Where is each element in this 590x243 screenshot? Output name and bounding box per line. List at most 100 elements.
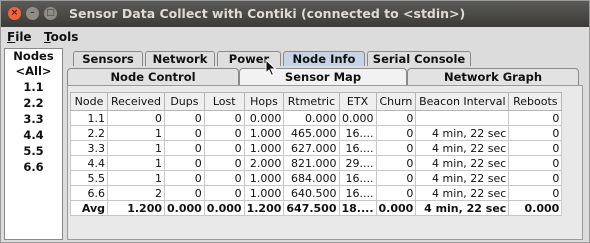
avg-dups: 0.000: [164, 200, 205, 216]
column-header-reboots[interactable]: Reboots: [508, 92, 563, 111]
avg-reboots: 0.000: [508, 200, 563, 216]
cell-reboots: 0: [508, 140, 563, 156]
cell-node: 4.4: [70, 155, 108, 171]
column-header-node[interactable]: Node: [70, 92, 108, 111]
app-window: × – □ Sensor Data Collect with Contiki (…: [0, 0, 590, 243]
tab-node-info[interactable]: Node Info: [283, 51, 365, 66]
mouse-pointer-icon: [265, 59, 277, 77]
table-row[interactable]: 5.5 1 0 0 1.000 684.000 16.... 0 4 min, …: [70, 170, 563, 186]
avg-rtmetric: 647.500: [283, 200, 340, 216]
cell-dups: 0: [164, 185, 205, 201]
cell-lost: 0: [203, 170, 245, 186]
tab-node-control[interactable]: Node Control: [67, 68, 239, 85]
node-list-item[interactable]: 6.6: [5, 159, 62, 175]
column-header-beacon-interval[interactable]: Beacon Interval: [415, 92, 510, 111]
node-list-item[interactable]: 3.3: [5, 111, 62, 127]
node-list-item[interactable]: 2.2: [5, 95, 62, 111]
node-list-item[interactable]: 5.5: [5, 143, 62, 159]
node-list[interactable]: Nodes <All> 1.1 2.2 3.3 4.4 5.5 6.6: [4, 48, 63, 240]
table-avg-row: Avg 1.200 0.000 0.000 1.200 647.500 18..…: [70, 200, 563, 216]
cell-etx: 0.000: [338, 110, 377, 126]
maximize-window-button[interactable]: □: [44, 7, 57, 20]
avg-churn: 0.000: [375, 200, 417, 216]
cell-dups: 0: [164, 125, 205, 141]
column-header-etx[interactable]: ETX: [338, 92, 377, 111]
table-row[interactable]: 2.2 1 0 0 1.000 465.000 16.... 0 4 min, …: [70, 125, 563, 141]
table-row[interactable]: 1.1 0 0 0 0.000 0.000 0.000 0 0: [70, 110, 563, 126]
cell-node: 3.3: [70, 140, 108, 156]
cell-etx: 29....: [338, 155, 377, 171]
node-list-item[interactable]: 4.4: [5, 127, 62, 143]
menu-tools[interactable]: Tools: [44, 30, 78, 44]
title-bar: × – □ Sensor Data Collect with Contiki (…: [1, 1, 589, 27]
tab-network-graph[interactable]: Network Graph: [407, 68, 579, 85]
window-title: Sensor Data Collect with Contiki (connec…: [69, 6, 466, 21]
cell-lost: 0: [203, 155, 245, 171]
menu-tools-label: ools: [50, 30, 79, 44]
cell-rtmetric: 627.000: [283, 140, 340, 156]
node-list-header: Nodes: [13, 49, 54, 63]
cell-churn: 0: [375, 110, 417, 126]
cell-churn: 0: [375, 185, 417, 201]
cell-dups: 0: [164, 140, 205, 156]
node-list-item[interactable]: 1.1: [5, 79, 62, 95]
cell-node: 1.1: [70, 110, 108, 126]
cell-lost: 0: [203, 140, 245, 156]
avg-lost: 0.000: [203, 200, 245, 216]
cell-etx: 16....: [338, 185, 377, 201]
cell-beacon-interval: 4 min, 22 sec: [415, 185, 510, 201]
cell-hops: 1.000: [243, 125, 285, 141]
column-header-received[interactable]: Received: [107, 92, 165, 111]
cell-received: 0: [107, 110, 165, 126]
node-info-panel: Node Received Dups Lost Hops Rtmetric ET…: [67, 85, 583, 240]
cell-beacon-interval: 4 min, 22 sec: [415, 170, 510, 186]
cell-churn: 0: [375, 155, 417, 171]
cell-churn: 0: [375, 125, 417, 141]
menu-bar: File Tools: [1, 28, 589, 46]
cell-etx: 16....: [338, 140, 377, 156]
node-info-table: Node Received Dups Lost Hops Rtmetric ET…: [70, 92, 563, 216]
cell-etx: 16....: [338, 170, 377, 186]
cell-hops: 1.000: [243, 140, 285, 156]
node-list-item-all[interactable]: <All>: [5, 63, 62, 79]
tab-serial-console[interactable]: Serial Console: [367, 51, 471, 66]
cell-rtmetric: 821.000: [283, 155, 340, 171]
menu-file-accel: F: [7, 30, 16, 44]
cell-hops: 2.000: [243, 155, 285, 171]
menu-tools-accel: T: [44, 30, 51, 44]
cell-churn: 0: [375, 140, 417, 156]
cell-reboots: 0: [508, 125, 563, 141]
cell-node: 5.5: [70, 170, 108, 186]
column-header-lost[interactable]: Lost: [203, 92, 245, 111]
table-row[interactable]: 4.4 1 0 0 2.000 821.000 29.... 0 4 min, …: [70, 155, 563, 171]
cell-dups: 0: [164, 155, 205, 171]
cell-node: 6.6: [70, 185, 108, 201]
column-header-rtmetric[interactable]: Rtmetric: [283, 92, 340, 111]
cell-beacon-interval: 4 min, 22 sec: [415, 140, 510, 156]
cell-received: 1: [107, 170, 165, 186]
column-header-hops[interactable]: Hops: [243, 92, 285, 111]
table-row[interactable]: 3.3 1 0 0 1.000 627.000 16.... 0 4 min, …: [70, 140, 563, 156]
sub-tabs: Node Control Sensor Map Network Graph: [67, 68, 579, 85]
cell-rtmetric: 684.000: [283, 170, 340, 186]
menu-file[interactable]: File: [7, 30, 32, 44]
cell-dups: 0: [164, 110, 205, 126]
close-window-button[interactable]: ×: [8, 7, 21, 20]
cell-hops: 0.000: [243, 110, 285, 126]
column-header-churn[interactable]: Churn: [375, 92, 417, 111]
cell-lost: 0: [203, 110, 245, 126]
cell-lost: 0: [203, 185, 245, 201]
cell-churn: 0: [375, 170, 417, 186]
cell-rtmetric: 640.500: [283, 185, 340, 201]
cell-lost: 0: [203, 125, 245, 141]
cell-rtmetric: 465.000: [283, 125, 340, 141]
cell-dups: 0: [164, 170, 205, 186]
tab-network[interactable]: Network: [145, 51, 215, 66]
minimize-window-button[interactable]: –: [26, 7, 39, 20]
column-header-dups[interactable]: Dups: [164, 92, 205, 111]
tab-sensors[interactable]: Sensors: [73, 51, 143, 66]
cell-reboots: 0: [508, 110, 563, 126]
menu-file-label: ile: [15, 30, 32, 44]
table-row[interactable]: 6.6 2 0 0 1.000 640.500 16.... 0 4 min, …: [70, 185, 563, 201]
avg-received: 1.200: [107, 200, 165, 216]
